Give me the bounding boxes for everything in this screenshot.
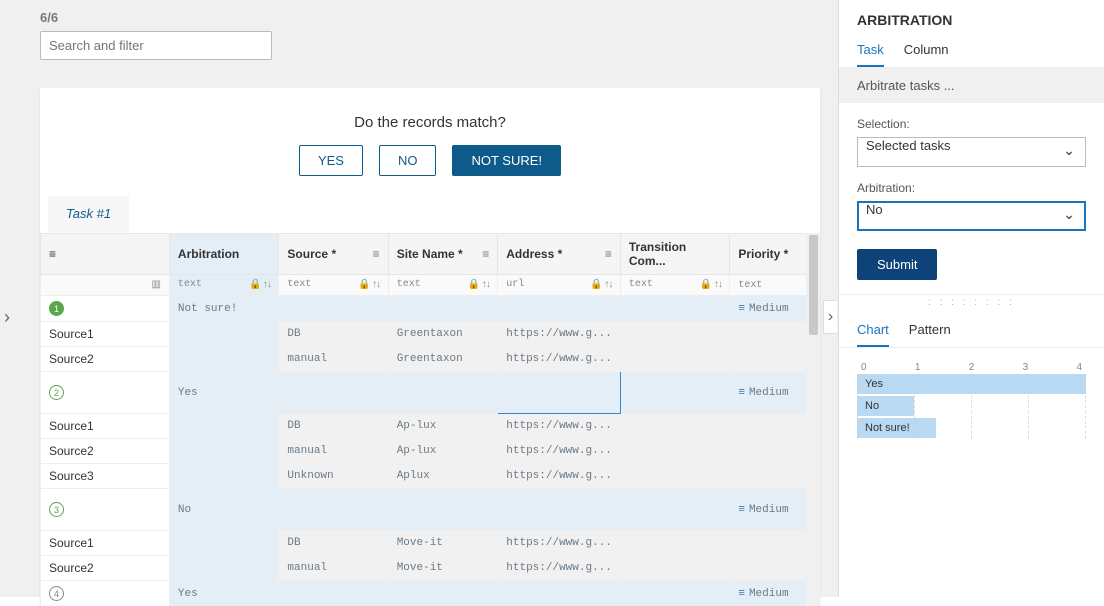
axis-tick: 2 (969, 362, 975, 373)
axis-tick: 0 (861, 362, 867, 373)
priority-icon: ≡ (738, 303, 745, 315)
records-grid: ≡ Arbitration Source *≡ Site Name *≡ Add… (40, 233, 820, 606)
scrollbar-thumb[interactable] (809, 235, 818, 335)
resize-handle[interactable]: : : : : : : : : (839, 294, 1104, 310)
cell-arb[interactable]: No (169, 489, 279, 531)
not-sure-button[interactable]: NOT SURE! (452, 145, 561, 176)
tab-chart[interactable]: Chart (857, 316, 889, 347)
priority-icon: ≡ (738, 504, 745, 516)
col-chooser[interactable]: ▥ (41, 275, 170, 296)
expand-left-icon[interactable]: › (0, 300, 14, 334)
group-row[interactable]: 1 Not sure! ≡Medium (41, 296, 820, 322)
col-menu-icon[interactable]: ≡ (373, 247, 380, 261)
right-pane: › ARBITRATION Task Column Arbitrate task… (838, 0, 1104, 597)
chart-bar-no: No (857, 396, 914, 416)
sub-addr: url🔒↑↓ (498, 275, 621, 296)
panel-title: ARBITRATION (839, 0, 1104, 36)
src-row[interactable]: Source3 UnknownApluxhttps://www.g... (41, 464, 820, 489)
src-row[interactable]: Source1 DBAp-luxhttps://www.g... (41, 414, 820, 439)
submit-button[interactable]: Submit (857, 249, 937, 280)
priority-icon: ≡ (738, 588, 745, 600)
tab-pattern[interactable]: Pattern (909, 316, 951, 347)
selected-cell[interactable] (498, 372, 621, 414)
col-menu-icon[interactable]: ≡ (605, 247, 612, 261)
src-row[interactable]: Source2 manualAp-luxhttps://www.g... (41, 439, 820, 464)
col-menu-header[interactable]: ≡ (41, 234, 170, 275)
arbitration-select[interactable]: No (857, 201, 1086, 231)
axis-tick: 4 (1076, 362, 1082, 373)
group-num-icon: 4 (49, 586, 64, 601)
sub-site: text🔒↑↓ (388, 275, 498, 296)
chart-container: 0 1 2 3 4 Yes No Not sure! (839, 348, 1104, 453)
cell-arb[interactable]: Not sure! (169, 296, 279, 322)
axis-tick: 3 (1023, 362, 1029, 373)
lock-icon: 🔒 (700, 280, 710, 291)
col-address[interactable]: Address *≡ (498, 234, 621, 275)
col-transition[interactable]: Transition Com... (620, 234, 729, 275)
col-arbitration[interactable]: Arbitration (169, 234, 279, 275)
vertical-scrollbar[interactable] (806, 233, 820, 606)
group-row[interactable]: 4 Yes ≡Medium (41, 581, 820, 606)
lock-icon: 🔒 (358, 280, 368, 291)
cell-arb[interactable]: Yes (169, 372, 279, 414)
selection-select[interactable]: Selected tasks (857, 137, 1086, 167)
col-source[interactable]: Source *≡ (279, 234, 388, 275)
axis-tick: 1 (915, 362, 921, 373)
arbitration-label: Arbitration: (857, 181, 1086, 195)
tab-column[interactable]: Column (904, 36, 949, 67)
group-row[interactable]: 2 Yes ≡Medium (41, 372, 820, 414)
priority-icon: ≡ (738, 387, 745, 399)
chart-bar-not-sure: Not sure! (857, 418, 936, 438)
cell-arb[interactable]: Yes (169, 581, 279, 606)
col-site[interactable]: Site Name *≡ (388, 234, 498, 275)
match-question: Do the records match? (40, 88, 820, 145)
group-num-icon: 3 (49, 502, 64, 517)
chart-bar-yes: Yes (857, 374, 1086, 394)
tab-task[interactable]: Task (857, 36, 884, 67)
selection-label: Selection: (857, 117, 1086, 131)
expand-right-icon[interactable]: › (823, 300, 837, 334)
group-num-icon: 1 (49, 301, 64, 316)
task-card: Do the records match? YES NO NOT SURE! T… (40, 88, 820, 606)
group-num-icon: 2 (49, 385, 64, 400)
src-row[interactable]: Source2 manualMove-ithttps://www.g... (41, 556, 820, 581)
lock-icon: 🔒 (249, 280, 259, 291)
tab-task-1[interactable]: Task #1 (48, 196, 129, 233)
lock-icon: 🔒 (590, 280, 600, 291)
src-row[interactable]: Source1 DBGreentaxonhttps://www.g... (41, 322, 820, 347)
record-counter: 6/6 (40, 10, 820, 25)
src-row[interactable]: Source2 manualGreentaxonhttps://www.g... (41, 347, 820, 372)
src-row[interactable]: Source1 DBMove-ithttps://www.g... (41, 531, 820, 556)
left-pane: › 6/6 Do the records match? YES NO NOT S… (0, 0, 838, 597)
sub-arb: text🔒↑↓ (169, 275, 279, 296)
no-button[interactable]: NO (379, 145, 437, 176)
sub-tc: text🔒↑↓ (620, 275, 729, 296)
group-row[interactable]: 3 No ≡Medium (41, 489, 820, 531)
yes-button[interactable]: YES (299, 145, 363, 176)
sub-src: text🔒↑↓ (279, 275, 388, 296)
col-menu-icon[interactable]: ≡ (482, 247, 489, 261)
lock-icon: 🔒 (468, 280, 478, 291)
arbitrate-bar: Arbitrate tasks ... (839, 68, 1104, 103)
search-input[interactable] (40, 31, 272, 60)
